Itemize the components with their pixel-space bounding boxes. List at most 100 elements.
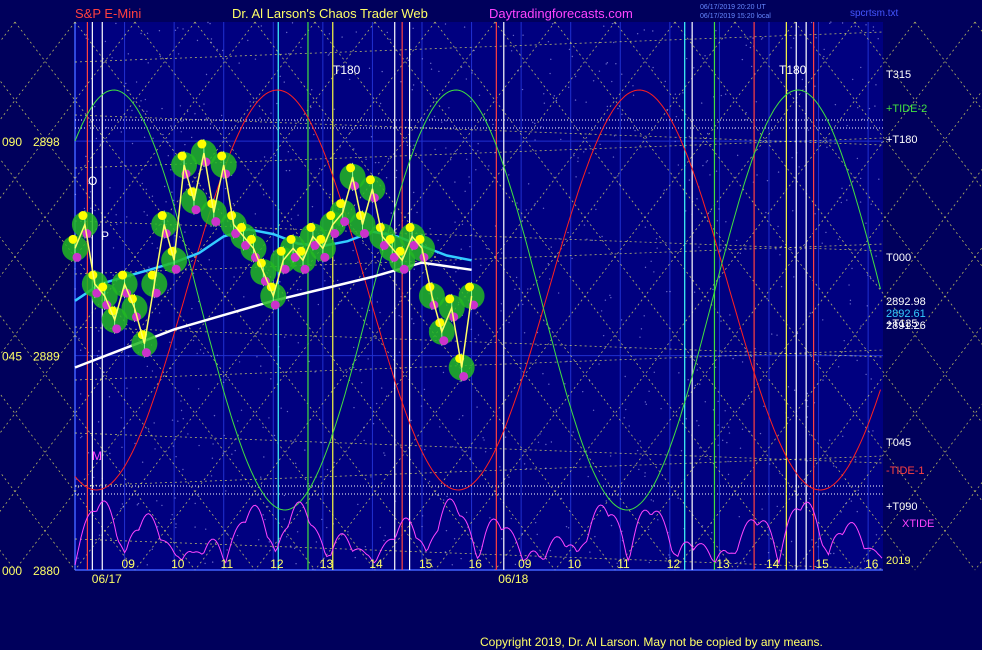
star-dot (548, 383, 550, 385)
star-dot (280, 407, 282, 409)
star-dot (558, 237, 560, 240)
timestamp-ut: 06/17/2019 20:20 UT (700, 4, 766, 11)
star-dot (771, 333, 773, 335)
star-dot (460, 470, 462, 472)
star-dot (383, 539, 385, 542)
star-dot (398, 314, 400, 317)
star-dot (151, 548, 153, 551)
star-dot (702, 164, 704, 167)
x-tick-label: 12 (270, 557, 284, 571)
star-dot (851, 355, 853, 357)
star-dot (477, 150, 479, 152)
star-dot (342, 126, 344, 128)
star-dot (660, 408, 662, 410)
star-dot (170, 125, 172, 127)
star-dot (865, 222, 867, 224)
star-dot (328, 33, 331, 35)
star-dot (618, 183, 621, 185)
star-dot (856, 157, 859, 160)
star-dot (375, 402, 378, 405)
star-dot (787, 416, 789, 419)
star-dot (639, 336, 641, 338)
star-dot (660, 196, 662, 199)
star-dot (276, 102, 278, 105)
star-dot (412, 27, 414, 30)
star-dot (644, 266, 647, 269)
star-dot (791, 156, 793, 159)
star-dot (732, 357, 734, 360)
star-dot (693, 67, 695, 69)
star-dot (755, 101, 758, 103)
cycle-marker: O (88, 174, 97, 188)
star-dot (359, 370, 361, 372)
star-dot (207, 21, 209, 24)
star-dot (604, 299, 607, 301)
star-dot (454, 150, 457, 153)
star-dot (825, 231, 827, 234)
star-dot (180, 409, 183, 412)
star-dot (545, 443, 547, 446)
star-dot (809, 497, 811, 500)
star-dot (808, 434, 811, 436)
star-dot (598, 70, 601, 72)
star-dot (583, 151, 585, 153)
star-dot (153, 422, 155, 424)
star-dot (814, 213, 816, 215)
star-dot (534, 139, 536, 141)
site-link[interactable]: Daytradingforecasts.com (489, 6, 633, 21)
star-dot (652, 66, 654, 69)
star-dot (644, 226, 647, 228)
cycle-marker: P (101, 229, 109, 243)
star-dot (455, 271, 457, 273)
star-dot (578, 68, 580, 71)
star-dot (638, 468, 640, 471)
star-dot (297, 342, 299, 344)
x-tick-label: 06/17 (92, 572, 122, 586)
star-dot (120, 417, 122, 419)
star-dot (738, 516, 740, 518)
star-dot (699, 383, 701, 385)
star-dot (549, 72, 551, 75)
star-dot (262, 426, 264, 429)
star-dot (205, 117, 208, 119)
star-dot (384, 534, 386, 537)
star-dot (849, 299, 852, 302)
star-dot (262, 514, 264, 516)
star-dot (158, 312, 161, 314)
star-dot (815, 37, 817, 39)
star-dot (379, 102, 382, 105)
star-dot (567, 231, 569, 234)
star-dot (341, 36, 343, 38)
x-tick-label: 10 (568, 557, 582, 571)
star-dot (423, 388, 426, 391)
star-dot (442, 499, 445, 501)
star-dot (507, 483, 510, 486)
star-dot (429, 228, 431, 230)
star-dot (315, 541, 318, 543)
star-dot (865, 24, 867, 26)
star-dot (548, 278, 551, 280)
star-dot (327, 54, 330, 56)
star-dot (534, 122, 536, 125)
star-dot (292, 441, 295, 443)
star-dot (840, 511, 842, 513)
star-dot (605, 500, 607, 502)
star-dot (469, 457, 472, 459)
star-dot (471, 72, 473, 74)
right-level-label: T045 (886, 437, 911, 449)
star-dot (120, 508, 122, 510)
star-dot (484, 451, 487, 453)
star-dot (478, 94, 481, 96)
star-dot (349, 131, 351, 134)
star-dot (175, 526, 177, 529)
star-dot (473, 49, 475, 52)
star-dot (571, 55, 574, 58)
star-dot (798, 166, 800, 168)
star-dot (300, 46, 302, 49)
star-dot (739, 252, 742, 255)
star-dot (664, 80, 666, 83)
y-tick-prefix: 045 (2, 350, 22, 364)
star-dot (464, 190, 466, 192)
star-dot (525, 467, 528, 470)
star-dot (709, 174, 711, 176)
